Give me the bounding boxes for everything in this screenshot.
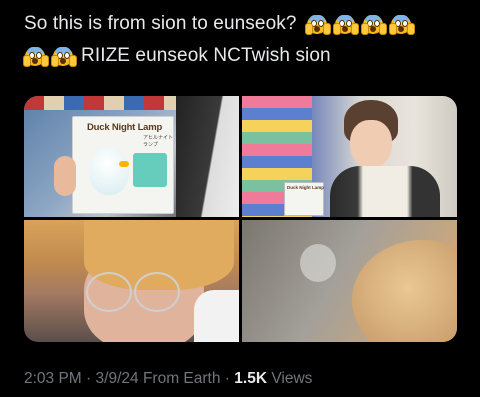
duck-lamp-image — [300, 244, 336, 282]
glasses-image — [134, 272, 180, 312]
tweet-text: So this is from sion to eunseok? RIIZE e… — [23, 8, 464, 72]
views-label: Views — [271, 370, 313, 387]
jacket-image — [176, 96, 239, 217]
box-title: Duck Night Lamp — [87, 122, 163, 133]
media-photo-4[interactable] — [242, 220, 457, 342]
tweet-text-part-1: So this is from sion to eunseok? — [24, 13, 297, 34]
face-screaming-in-fear-icon — [23, 45, 49, 67]
mini-duck-lamp-box: Duck Night Lamp — [284, 182, 324, 216]
tweet-time[interactable]: 2:03 PM — [24, 370, 82, 387]
face-screaming-in-fear-icon — [388, 13, 415, 35]
duck-image — [89, 147, 129, 195]
face-screaming-in-fear-icon — [360, 13, 387, 35]
media-grid[interactable]: Duck Night Lamp アヒルナイトランプ Duck Night Lam… — [24, 96, 457, 342]
views-count[interactable]: 1.5K — [234, 370, 267, 387]
media-photo-1[interactable]: Duck Night Lamp アヒルナイトランプ — [24, 96, 239, 217]
tweet-text-line-2: RIIZE eunseok NCTwish sion — [23, 40, 464, 72]
meta-separator: · — [86, 370, 92, 387]
face-screaming-in-fear-icon — [51, 45, 77, 67]
person-body-image — [330, 166, 440, 217]
tweet-meta: 2:03 PM · 3/9/24 From Earth · 1.5K Views — [24, 370, 312, 388]
duck-lamp-box: Duck Night Lamp アヒルナイトランプ — [72, 116, 174, 214]
box-subtitle: アヒルナイトランプ — [143, 135, 174, 148]
tweet-source: From Earth — [142, 370, 221, 387]
tweet-text-part-2: RIIZE eunseok NCTwish sion — [81, 45, 331, 66]
person-hair-image — [352, 240, 457, 342]
meta-separator: · — [224, 370, 230, 387]
glasses-image — [86, 272, 132, 312]
shirt-image — [194, 290, 239, 342]
media-photo-3[interactable] — [24, 220, 239, 342]
tweet-text-line-1: So this is from sion to eunseok? — [24, 8, 464, 40]
face-screaming-in-fear-icon — [304, 13, 331, 35]
media-photo-2[interactable]: Duck Night Lamp — [242, 96, 457, 217]
shelf-decor — [24, 96, 176, 110]
tweet-date[interactable]: 3/9/24 — [96, 370, 139, 387]
mini-box-title: Duck Night Lamp — [287, 185, 325, 190]
person-face-image — [350, 120, 392, 168]
hand-image — [54, 156, 76, 196]
box-sticker — [133, 153, 167, 187]
face-screaming-in-fear-icon — [332, 13, 359, 35]
